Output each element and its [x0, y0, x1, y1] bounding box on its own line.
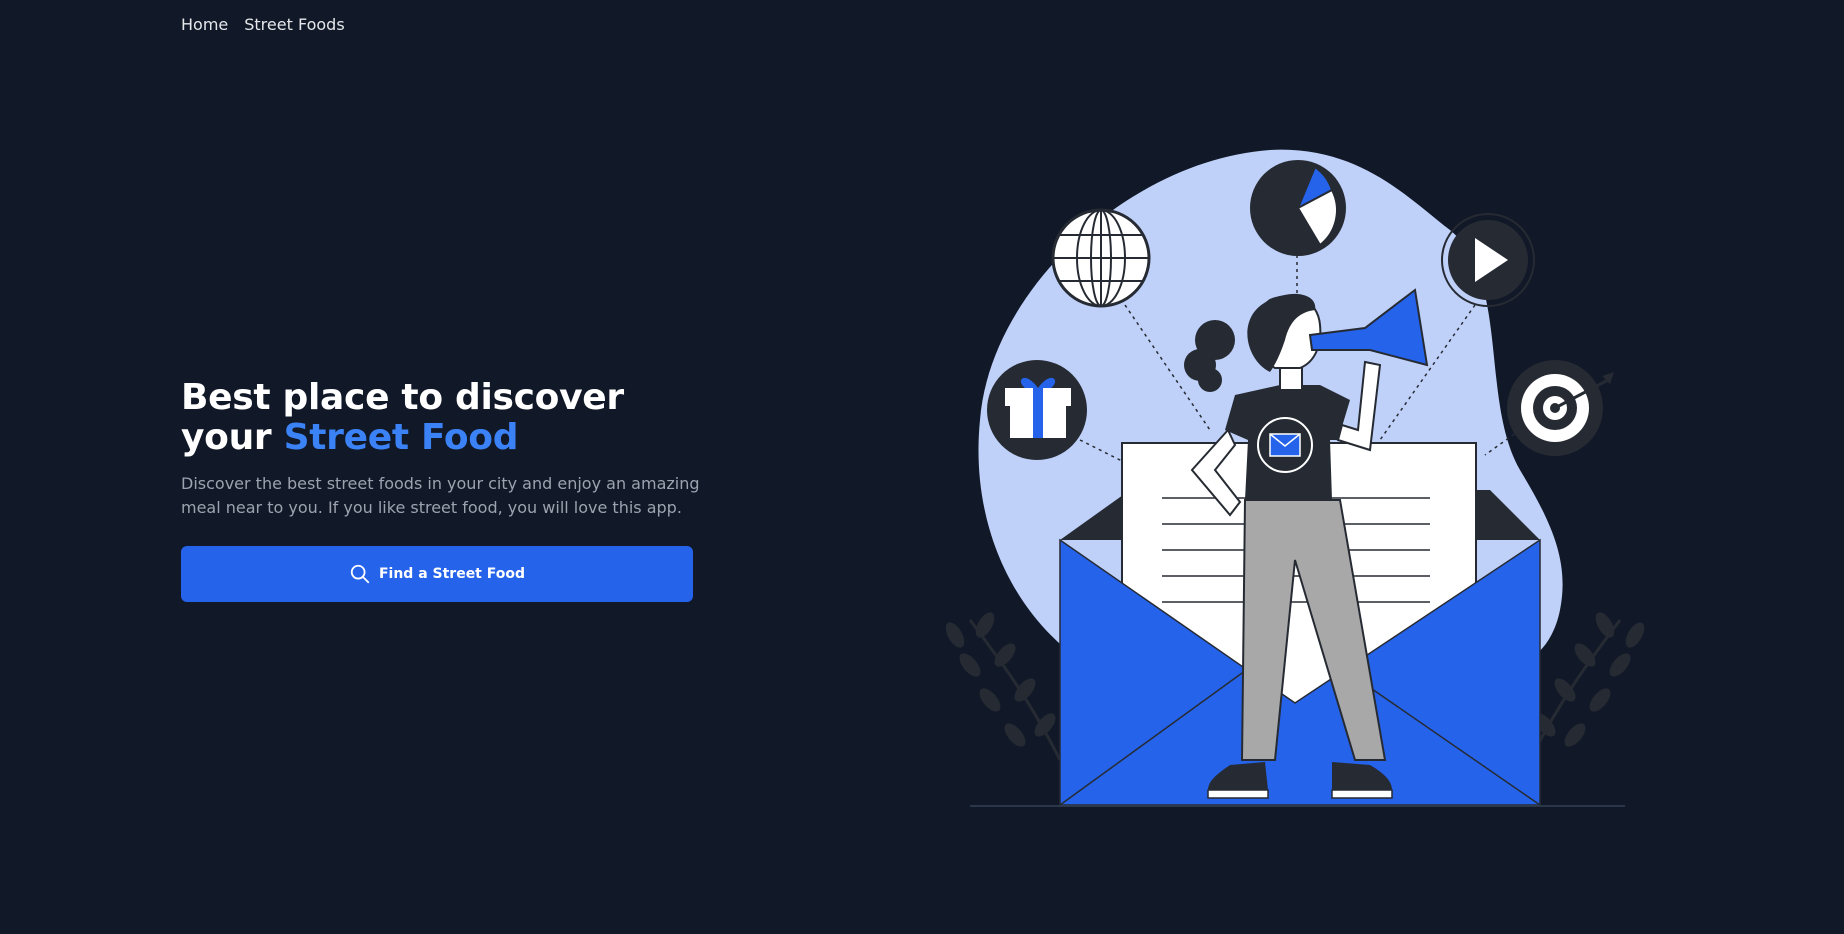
nav-street-foods-link[interactable]: Street Foods — [244, 14, 344, 36]
cta-label: Find a Street Food — [378, 566, 526, 582]
hero-section: Best place to discover your Street Food … — [181, 378, 701, 602]
hero-description: Discover the best street foods in your c… — [181, 474, 700, 517]
target-icon — [1507, 360, 1614, 456]
globe-icon — [1051, 208, 1151, 308]
nav-home-link[interactable]: Home — [181, 14, 228, 36]
plant-left — [945, 612, 1062, 761]
play-icon — [1441, 213, 1535, 307]
headline-accent: Street Food — [283, 417, 519, 458]
search-icon — [350, 564, 370, 584]
hero-illustration — [945, 149, 1645, 807]
pie-chart-icon — [1250, 160, 1346, 256]
gift-icon — [987, 360, 1087, 460]
headline-line2-prefix: your — [181, 417, 284, 458]
find-street-food-button[interactable]: Find a Street Food — [181, 546, 693, 602]
headline-line1: Best place to discover — [181, 377, 624, 418]
top-nav: Home Street Foods — [181, 14, 345, 36]
hero-headline: Best place to discover your Street Food — [181, 378, 701, 458]
